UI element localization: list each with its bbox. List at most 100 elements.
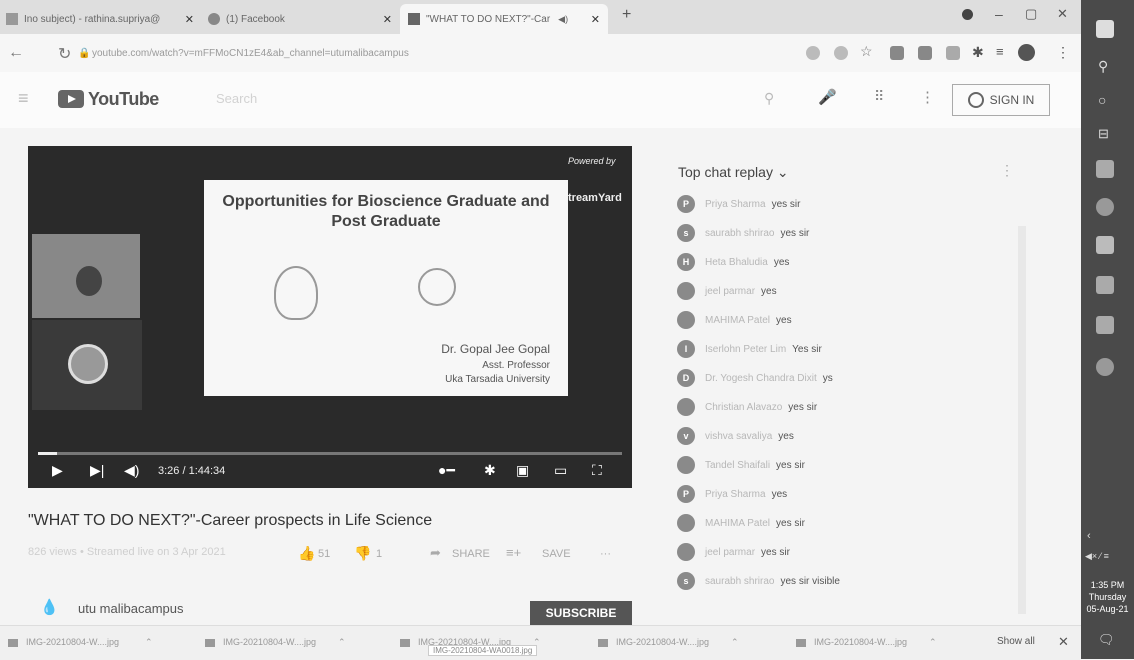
install-icon[interactable] — [806, 46, 820, 60]
task-view-icon[interactable]: ⊟ — [1098, 126, 1109, 142]
chat-avatar-icon[interactable]: s — [677, 224, 695, 242]
chat-avatar-icon[interactable] — [677, 398, 695, 416]
chat-avatar-icon[interactable] — [677, 311, 695, 329]
chat-avatar-icon[interactable]: v — [677, 427, 695, 445]
word-icon[interactable] — [1096, 160, 1114, 178]
miniplayer-icon[interactable]: ▣ — [516, 462, 529, 479]
search-input[interactable]: Search — [216, 91, 257, 106]
chat-author-name[interactable]: Priya Sharma — [705, 199, 766, 210]
system-clock[interactable]: 1:35 PM Thursday 05-Aug-21 — [1081, 579, 1134, 615]
youtube-logo-text[interactable]: YouTube — [88, 89, 159, 110]
cortana-icon[interactable]: ○ — [1098, 92, 1106, 108]
browser-menu-icon[interactable]: ⋮ — [1056, 44, 1070, 61]
close-window-button[interactable]: ✕ — [1057, 6, 1068, 22]
channel-name[interactable]: utu malibacampus — [78, 601, 184, 616]
close-downloads-button[interactable]: ✕ — [1058, 634, 1069, 650]
chat-author-name[interactable]: Christian Alavazo — [705, 402, 782, 413]
chat-avatar-icon[interactable]: P — [677, 485, 695, 503]
puzzle-icon[interactable]: ✱ — [972, 44, 984, 61]
microphone-icon[interactable]: 🎤 — [818, 88, 837, 106]
back-arrow-icon[interactable]: ← — [8, 44, 24, 62]
fullscreen-icon[interactable]: ⛶ — [592, 462, 602, 479]
show-all-downloads-button[interactable]: Show all — [997, 636, 1035, 647]
zoom-icon[interactable] — [834, 46, 848, 60]
reload-icon[interactable]: ↻ — [58, 44, 71, 64]
search-icon[interactable]: ⚲ — [764, 90, 774, 107]
chevron-up-icon[interactable]: ⌃ — [731, 637, 739, 647]
next-icon[interactable]: ▶| — [90, 462, 104, 479]
notifications-icon[interactable]: 🗨 — [1098, 632, 1115, 648]
chevron-up-icon[interactable]: ⌃ — [338, 637, 346, 647]
chat-avatar-icon[interactable] — [677, 282, 695, 300]
star-icon[interactable]: ☆ — [860, 43, 873, 60]
apps-grid-icon[interactable]: ⠿ — [874, 88, 884, 105]
chat-author-name[interactable]: jeel parmar — [705, 286, 755, 297]
settings-gear-icon[interactable]: ✱ — [484, 462, 496, 479]
close-tab-button[interactable]: ✕ — [583, 13, 608, 26]
chat-author-name[interactable]: Dr. Yogesh Chandra Dixit — [705, 373, 817, 384]
tray-expand-icon[interactable]: ‹ — [1087, 530, 1091, 542]
chrome-icon[interactable] — [1096, 198, 1114, 216]
theater-mode-icon[interactable]: ▭ — [554, 462, 567, 479]
more-actions-button[interactable]: ··· — [600, 548, 611, 560]
download-item[interactable]: IMG-20210804-W....jpg ⌃ — [8, 637, 153, 648]
chat-author-name[interactable]: jeel parmar — [705, 547, 755, 558]
powerpoint-icon[interactable] — [1096, 316, 1114, 334]
chat-author-name[interactable]: Iserlohn Peter Lim — [705, 344, 786, 355]
dislike-icon[interactable]: 👎 — [354, 545, 371, 562]
sign-in-button[interactable]: SIGN IN — [952, 84, 1050, 116]
chat-scrollbar[interactable] — [1018, 226, 1026, 614]
download-item[interactable]: IMG-20210804-W....jpg ⌃ — [205, 637, 346, 648]
chat-author-name[interactable]: vishva savaliya — [705, 431, 772, 442]
chat-author-name[interactable]: MAHIMA Patel — [705, 315, 770, 326]
photos-icon[interactable] — [1096, 276, 1114, 294]
chat-header[interactable]: Top chat replay ⌄ — [678, 164, 789, 181]
chat-author-name[interactable]: Priya Sharma — [705, 489, 766, 500]
extension-icon[interactable] — [918, 46, 932, 60]
hamburger-menu-icon[interactable]: ≡ — [18, 88, 29, 109]
share-icon[interactable]: ➦ — [430, 545, 441, 561]
play-icon[interactable]: ▶ — [52, 462, 63, 479]
volume-icon[interactable]: ◀) — [124, 462, 139, 479]
youtube-logo-icon[interactable] — [58, 90, 84, 108]
share-button[interactable]: SHARE — [452, 548, 490, 560]
subscribe-button[interactable]: SUBSCRIBE — [530, 601, 632, 625]
save-playlist-icon[interactable]: ≡+ — [506, 545, 521, 560]
profile-avatar-icon[interactable] — [1018, 44, 1035, 61]
like-icon[interactable]: 👍 — [298, 545, 315, 562]
edge-icon[interactable] — [1096, 358, 1114, 376]
autoplay-toggle-icon[interactable]: ●━ — [438, 462, 455, 479]
close-tab-button[interactable]: ✕ — [177, 13, 202, 26]
channel-avatar-icon[interactable]: 💧 — [40, 598, 59, 616]
chat-author-name[interactable]: Tandel Shaifali — [705, 460, 770, 471]
tab-gmail[interactable]: Ino subject) - rathina.supriya@ ✕ — [6, 4, 202, 34]
tab-facebook[interactable]: (1) Facebook ✕ — [208, 4, 400, 34]
chat-avatar-icon[interactable] — [677, 456, 695, 474]
extension-icon[interactable] — [946, 46, 960, 60]
minimize-button[interactable]: – — [995, 6, 1003, 22]
chevron-up-icon[interactable]: ⌃ — [145, 637, 153, 647]
maximize-button[interactable]: ▢ — [1025, 6, 1037, 22]
url-field[interactable]: youtube.com/watch?v=mFFMoCN1zE4&ab_chann… — [92, 48, 409, 59]
chat-avatar-icon[interactable]: P — [677, 195, 695, 213]
chat-author-name[interactable]: Heta Bhaludia — [705, 257, 768, 268]
save-button[interactable]: SAVE — [542, 548, 571, 560]
new-tab-button[interactable]: + — [622, 6, 631, 24]
chat-avatar-icon[interactable] — [677, 514, 695, 532]
video-progress-bar[interactable] — [38, 452, 622, 455]
profile-dot-icon[interactable] — [962, 9, 973, 20]
dislike-count[interactable]: 1 — [376, 548, 382, 560]
chevron-up-icon[interactable]: ⌃ — [929, 637, 937, 647]
tab-youtube[interactable]: "WHAT TO DO NEXT?"-Car ◀) ✕ — [400, 4, 608, 34]
like-count[interactable]: 51 — [318, 548, 330, 560]
download-item[interactable]: IMG-20210804-W....jpg ⌃ — [796, 637, 937, 648]
settings-menu-icon[interactable]: ⋮ — [920, 88, 935, 106]
extension-icon[interactable] — [890, 46, 904, 60]
chat-avatar-icon[interactable]: I — [677, 340, 695, 358]
chat-avatar-icon[interactable]: H — [677, 253, 695, 271]
chat-avatar-icon[interactable]: s — [677, 572, 695, 590]
download-item[interactable]: IMG-20210804-W....jpg ⌃ — [598, 637, 739, 648]
chat-avatar-icon[interactable]: D — [677, 369, 695, 387]
tray-status-icons[interactable]: ◀× ⁄ ≡ — [1085, 551, 1109, 562]
search-icon[interactable]: ⚲ — [1098, 58, 1108, 75]
